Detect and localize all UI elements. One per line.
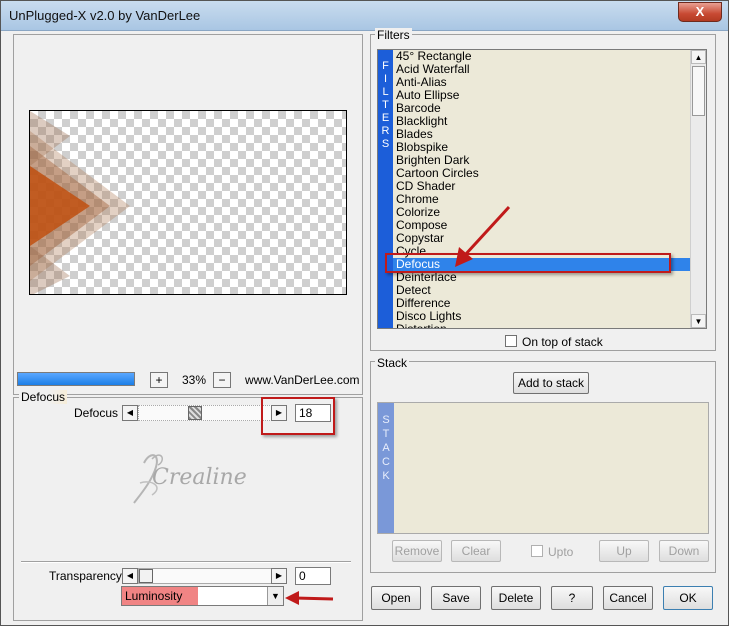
ok-button[interactable]: OK [663,586,713,610]
transparency-decrease-button[interactable]: ◀ [122,568,138,584]
preview-canvas[interactable] [29,110,347,295]
stack-vertical-label: STACK [378,403,394,533]
strip-letter: T [382,99,389,111]
defocus-decrease-button[interactable]: ◀ [122,405,138,421]
delete-button[interactable]: Delete [491,586,541,610]
remove-button[interactable]: Remove [392,540,442,562]
strip-letter: T [382,428,390,440]
crealine-watermark: Crealine [122,443,252,513]
strip-letter: R [381,125,390,137]
clear-button[interactable]: Clear [451,540,501,562]
strip-letter: S [382,414,390,426]
chevron-down-icon[interactable]: ▼ [267,587,283,605]
scroll-down-icon[interactable]: ▼ [691,314,706,328]
website-link[interactable]: www.VanDerLee.com [245,373,360,387]
blend-mode-dropdown[interactable]: Luminosity ▼ [121,586,284,606]
scrollbar-thumb[interactable] [692,66,705,116]
annotation-arrow-filter [455,205,511,267]
progress-bar [17,372,135,386]
stack-list[interactable]: STACK [377,402,709,534]
on-top-of-stack-label: On top of stack [522,335,603,349]
window-title: UnPlugged-X v2.0 by VanDerLee [9,8,201,23]
close-button[interactable]: X [678,2,722,22]
filter-item[interactable]: Chrome [396,193,692,206]
preview-panel [13,34,363,395]
help-button[interactable]: ? [551,586,593,610]
open-button[interactable]: Open [371,586,421,610]
filter-item[interactable]: CD Shader [396,180,692,193]
filter-item[interactable]: Copystar [396,232,692,245]
zoom-in-button[interactable]: + [150,372,168,388]
zoom-level: 33% [182,373,207,387]
strip-letter: A [382,442,390,454]
filter-items: 45° Rectangle Acid Waterfall Anti-Alias Aut… [393,50,692,329]
annotation-arrow-dropdown [285,591,334,605]
defocus-slider-thumb[interactable] [188,406,202,420]
blend-mode-value: Luminosity [122,587,198,605]
cancel-button[interactable]: Cancel [603,586,653,610]
plugin-window: UnPlugged-X v2.0 by VanDerLee X + 33% − … [0,0,729,626]
upto-label: Upto [548,545,574,559]
filter-list-scrollbar[interactable]: ▲ ▼ [690,50,706,328]
zoom-out-button[interactable]: − [213,372,231,388]
strip-letter: C [382,456,390,468]
filter-list[interactable]: FILTERS 45° Rectangle Acid Waterfall Anti-… [377,49,707,329]
annotation-highlight-box [261,397,335,435]
section-divider [21,561,351,563]
defocus-label: Defocus [74,406,119,420]
filter-item[interactable]: Distortion [396,323,692,329]
annotation-selected-filter-box [385,253,671,273]
up-button[interactable]: Up [599,540,649,562]
transparency-slider[interactable] [138,568,276,584]
defocus-slider[interactable] [138,405,276,421]
preview-image [30,111,130,294]
stack-group-label: Stack [375,356,410,370]
client-area: + 33% − www.VanDerLee.com Defocus Defocu… [7,28,722,621]
filter-item[interactable]: Blacklight [396,115,692,128]
filters-vertical-label: FILTERS [378,50,393,328]
upto-checkbox[interactable] [531,545,543,557]
scroll-up-icon[interactable]: ▲ [691,50,706,64]
strip-letter: E [381,112,390,124]
transparency-increase-button[interactable]: ▶ [271,568,287,584]
strip-letter: I [383,73,388,85]
watermark-text: Crealine [152,465,247,490]
transparency-value-field[interactable]: 0 [295,567,331,585]
down-button[interactable]: Down [659,540,709,562]
strip-letter: F [382,60,389,72]
title-bar: UnPlugged-X v2.0 by VanDerLee X [1,1,728,31]
on-top-of-stack-checkbox[interactable] [505,335,517,347]
strip-letter: L [382,86,389,98]
add-to-stack-button[interactable]: Add to stack [513,372,589,394]
save-button[interactable]: Save [431,586,481,610]
transparency-slider-thumb[interactable] [139,569,153,583]
filters-group-label: Filters [375,28,412,42]
strip-letter: S [381,138,390,150]
transparency-label: Transparency [49,569,122,583]
strip-letter: K [382,470,390,482]
parameters-group-label: Defocus [19,390,68,404]
